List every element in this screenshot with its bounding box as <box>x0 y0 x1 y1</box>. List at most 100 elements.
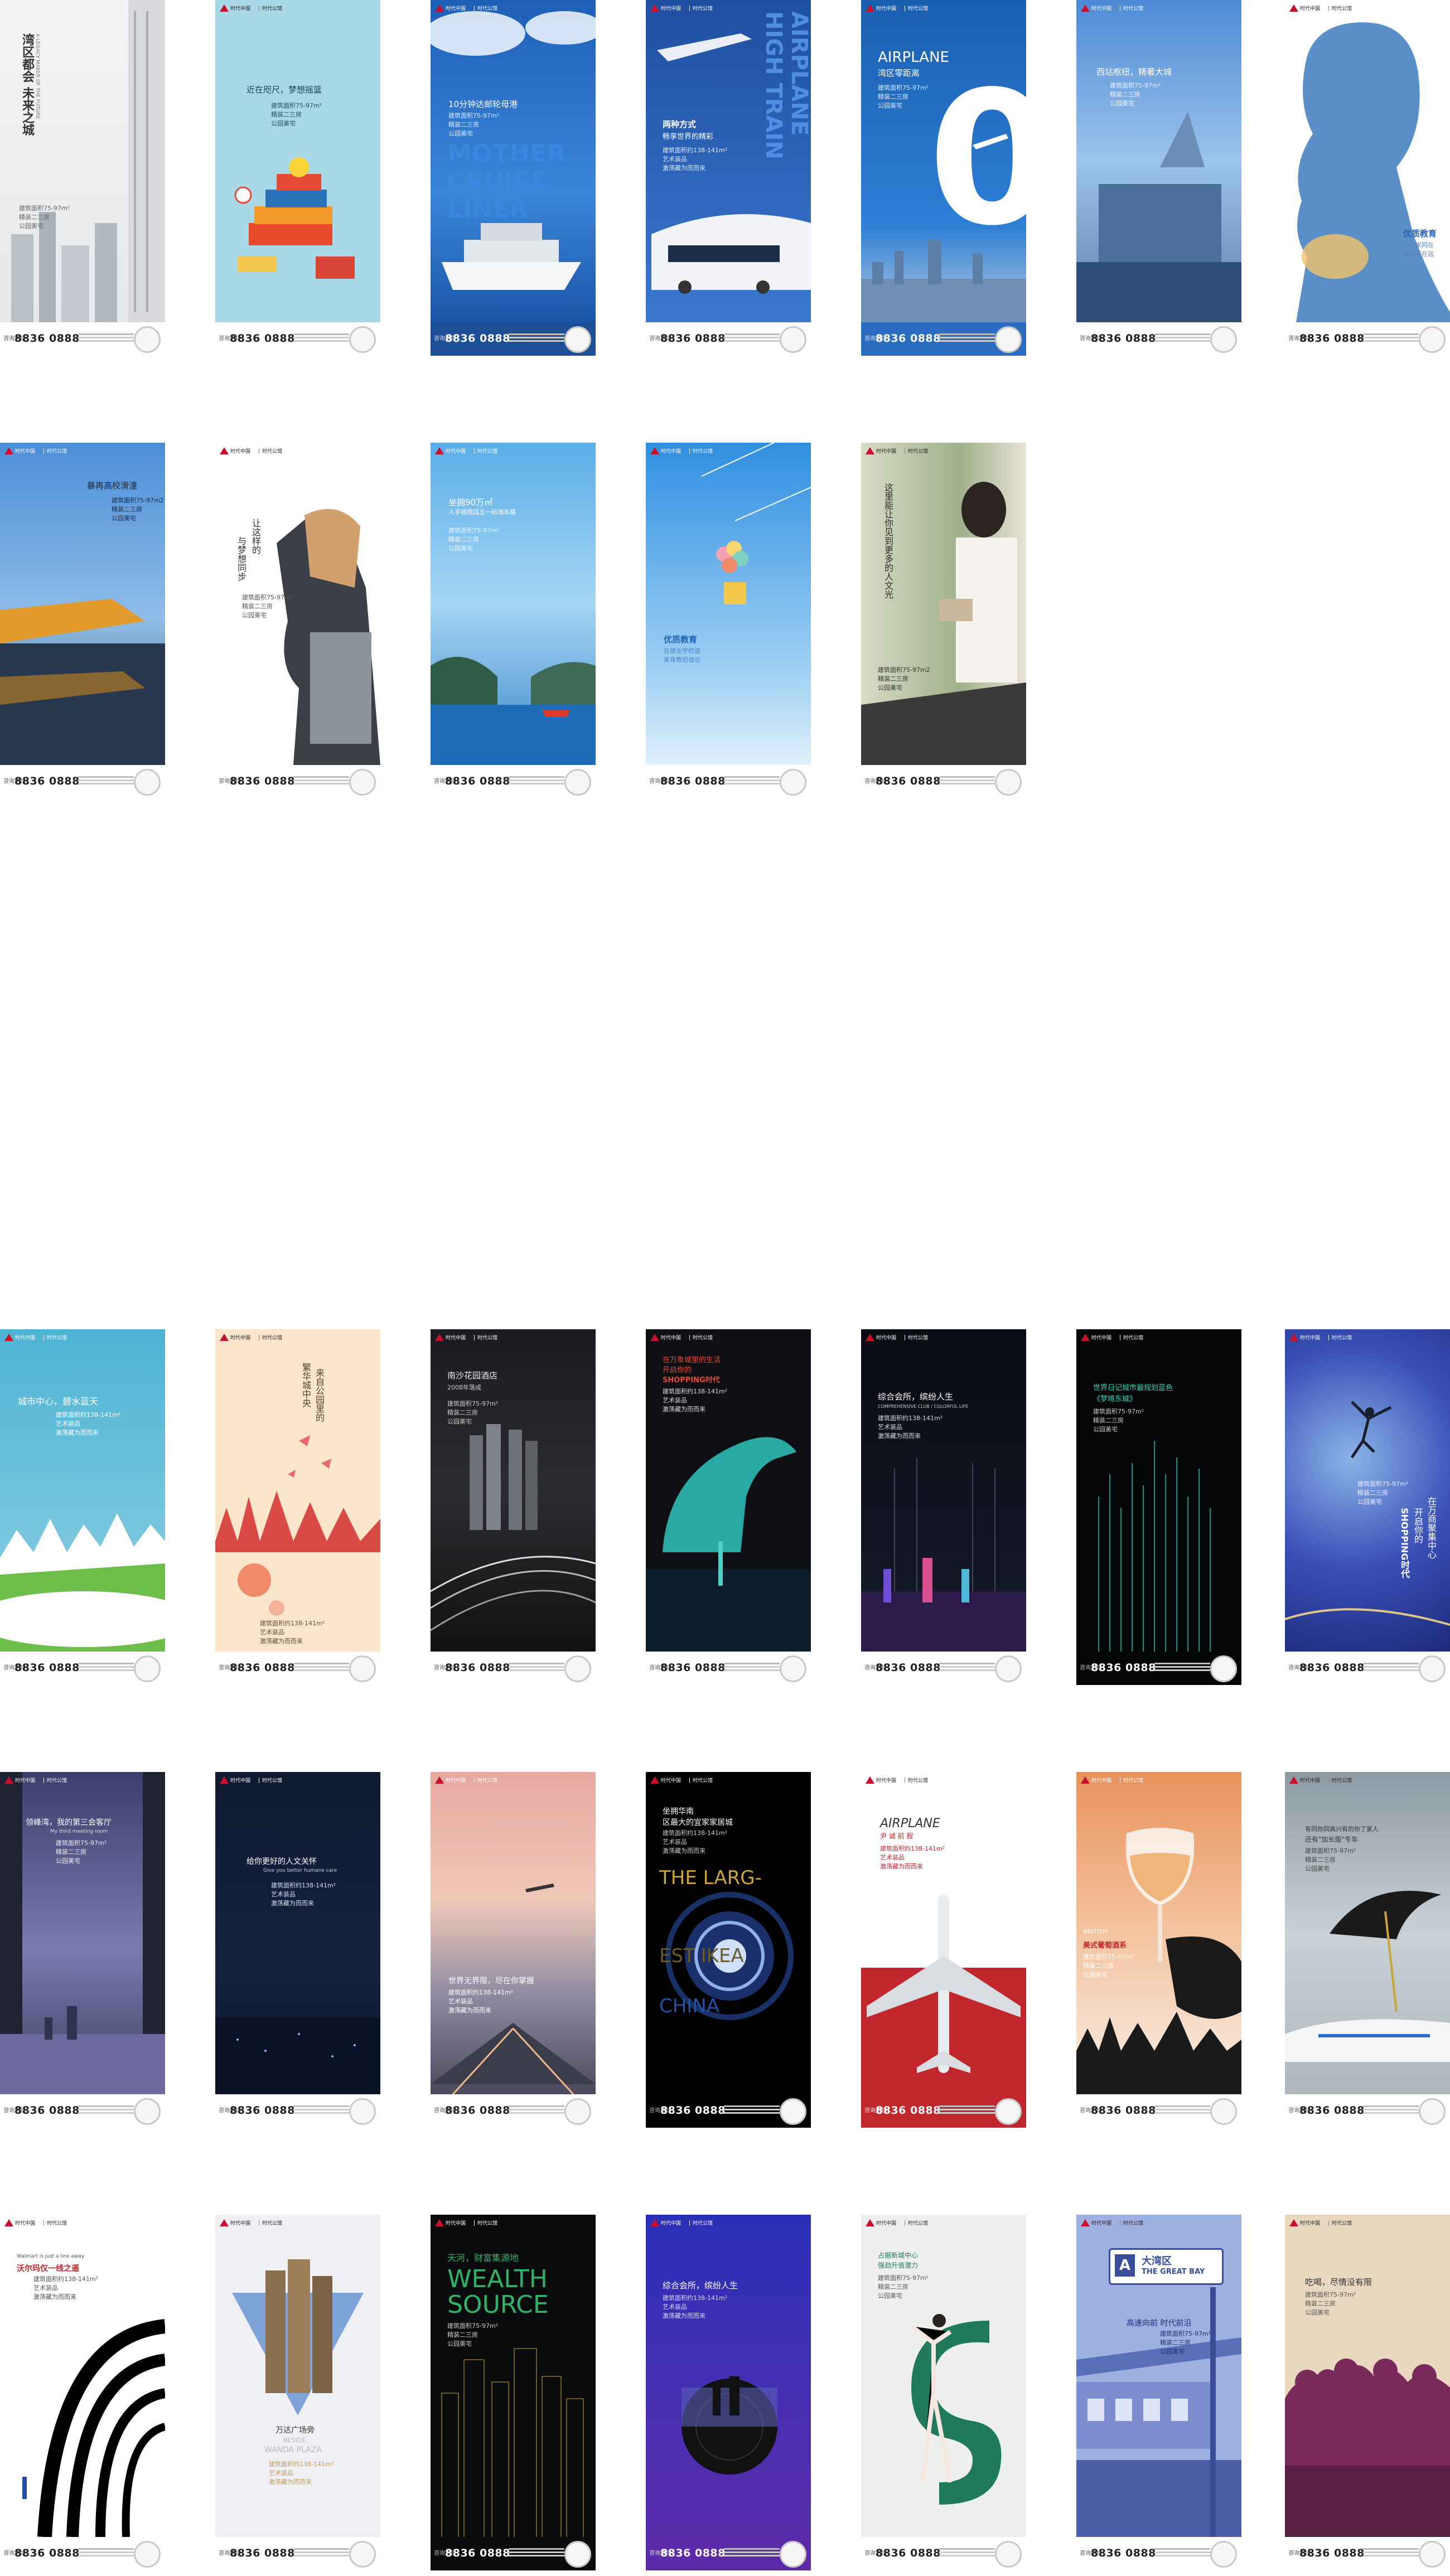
poster-footer: 咨询热线 8836 0888 <box>861 322 1026 356</box>
poster-headline: 这里能让你见到更多的人文光 <box>883 483 893 599</box>
phone-number[interactable]: 8836 0888 <box>445 1662 510 1674</box>
poster-21[interactable]: 时代中国 时代公馆 给你更好的人文关怀 Give you better human… <box>215 1772 380 2128</box>
poster-headline: 世界无界限，尽在你掌握 <box>448 1977 534 1986</box>
phone-number[interactable]: 8836 0888 <box>660 2104 726 2117</box>
big-zero: 0 <box>928 52 1026 266</box>
phone-number[interactable]: 8836 0888 <box>14 2104 80 2117</box>
phone-number[interactable]: 8836 0888 <box>1091 332 1156 345</box>
phone-number[interactable]: 8836 0888 <box>876 2104 941 2117</box>
phone-number[interactable]: 8836 0888 <box>1299 2547 1365 2559</box>
dining-silhouette-illustration <box>1285 2359 1450 2537</box>
paper-city-illustration <box>0 1513 165 1652</box>
poster-subtitle: SHOPPING时代 <box>663 1376 720 1384</box>
poster-9[interactable]: 时代中国 时代公馆 与梦想同步 让这样的 建筑面积75-97m² 精装二三房 公园美宅… <box>215 443 380 798</box>
poster-16[interactable]: 时代中国 时代公馆 在万象城里的生活 开启你的 SHOPPING时代 建筑面积约1… <box>646 1329 811 1685</box>
phone-number[interactable]: 8836 0888 <box>445 2104 510 2117</box>
poster-5[interactable]: 时代中国 时代公馆 AIRPLANE 湾区零距离 建筑面积75-97m² 精装二三房… <box>861 0 1026 356</box>
seal-icon <box>134 2098 161 2125</box>
poster-8[interactable]: 时代中国 时代公馆 暴再高校滑潼 建筑面积75-97m2 精装二三房 公园美宅 咨询热… <box>0 443 165 798</box>
big-word: THE LARG- <box>659 1867 762 1889</box>
phone-number[interactable]: 8836 0888 <box>230 1662 295 1674</box>
phone-number[interactable]: 8836 0888 <box>230 775 295 787</box>
seal-icon <box>995 2541 1022 2568</box>
seal-icon <box>1419 2541 1446 2568</box>
sky-train-illustration <box>431 1883 596 2094</box>
phone-number[interactable]: 8836 0888 <box>14 1662 80 1674</box>
poster-22[interactable]: 时代中国 时代公馆 世界无界限，尽在你掌握 建筑面积约138-141m² 艺术装品激… <box>431 1772 596 2128</box>
phone-number[interactable]: 8836 0888 <box>230 2547 295 2559</box>
poster-19[interactable]: 时代中国 时代公馆 在万商聚集中心 开启你的 SHOPPING时代 建筑面积75-… <box>1285 1329 1450 1685</box>
poster-33[interactable]: 时代中国 时代公馆 吃喝，尽情没有限 建筑面积75-97m² 精装二三房 公园美宅 咨… <box>1285 2215 1450 2570</box>
phone-number[interactable]: 8836 0888 <box>660 1662 726 1674</box>
poster-26[interactable]: 时代中国 时代公馆 有同你同高兴有的你了家人 还有"加长版"专车 建筑面积75-9… <box>1285 1772 1450 2128</box>
poster-subtitle: Give you better humane care <box>263 1868 337 1873</box>
phone-number[interactable]: 8836 0888 <box>230 332 295 345</box>
poster-32[interactable]: 时代中国 时代公馆 A 大湾区 THE GREAT BAY 高速向前 时代前沿 建… <box>1076 2215 1241 2570</box>
phone-number[interactable]: 8836 0888 <box>445 332 510 345</box>
poster-20[interactable]: 时代中国 时代公馆 领峰湾，我的第三会客厅 My third meeting ro… <box>0 1772 165 2128</box>
poster-details: 建筑面积75-97m² 精装二三房 公园美宅 <box>1110 82 1161 107</box>
poster-headline: 万达广场旁 <box>276 2426 315 2435</box>
poster-4[interactable]: 时代中国 时代公馆 AIRPLANE HIGH TRAIN 两种方式 畅享世界的精… <box>646 0 811 356</box>
phone-number[interactable]: 8836 0888 <box>14 332 80 345</box>
phone-number[interactable]: 8836 0888 <box>1299 1662 1365 1674</box>
poster-3[interactable]: 时代中国 时代公馆 10分钟达邮轮母港 建筑面积75-97m² 精装二三房 公园美宅 … <box>431 0 596 356</box>
poster-30[interactable]: 时代中国 时代公馆 综合会所，缤纷人生 建筑面积约138-141m² 艺术装品 激荡藏… <box>646 2215 811 2570</box>
seal-icon <box>134 326 161 353</box>
poster-23[interactable]: 时代中国 时代公馆 坐拥华南 区最大的宜家家居城 建筑面积约138-141m² 艺术… <box>646 1772 811 2128</box>
balloon-illustration <box>701 443 811 604</box>
phone-number[interactable]: 8836 0888 <box>1091 2104 1156 2117</box>
phone-number[interactable]: 8836 0888 <box>14 775 80 787</box>
phone-number[interactable]: 8836 0888 <box>1299 332 1365 345</box>
poster-29[interactable]: 时代中国 时代公馆 天河，财富集源地 WEALTH SOURCE 建筑面积75-9… <box>431 2215 596 2570</box>
poster-31[interactable]: 时代中国 时代公馆 占据新城中心 强劲升值潜力 建筑面积75-97m² 精装二三房公… <box>861 2215 1026 2570</box>
poster-11[interactable]: 时代中国 时代公馆 优质教育 在建全学校道 美育教观值也 咨询热线 8836 0888 <box>646 443 811 798</box>
phone-number[interactable]: 8836 0888 <box>445 775 510 787</box>
poster-27[interactable]: 时代中国 时代公馆 Walmart is just a line away 沃尔玛… <box>0 2215 165 2570</box>
phone-number[interactable]: 8836 0888 <box>14 2547 80 2559</box>
poster-28[interactable]: 时代中国 时代公馆 万达广场旁 BESIDE WANDA PLAZA 建筑面积约1… <box>215 2215 380 2570</box>
poster-1[interactable]: 湾区都会 未来之城 A LEGACY MAKER OF THE FUTURE 建… <box>0 0 165 356</box>
phone-number[interactable]: 8836 0888 <box>876 332 941 345</box>
night-city-illustration <box>215 2017 380 2094</box>
phone-number[interactable]: 8836 0888 <box>660 332 726 345</box>
station-sign: A 大湾区 THE GREAT BAY <box>1109 2248 1224 2285</box>
seal-icon <box>1210 2098 1237 2125</box>
phone-number[interactable]: 8836 0888 <box>230 2104 295 2117</box>
poster-18[interactable]: 时代中国 时代公馆 世界日记城市最规划蓝色 《梦境东城》 建筑面积75-97m² 精… <box>1076 1329 1241 1685</box>
poster-14[interactable]: 时代中国 时代公馆 繁华城中央 来自公园里的 建筑面积约138-141m² 艺术装品… <box>215 1329 380 1685</box>
poster-footer: 咨询热线 8836 0888 <box>861 1652 1026 1685</box>
phone-number[interactable]: 8836 0888 <box>876 1662 941 1674</box>
big-word: EST IKEA <box>659 1945 744 1967</box>
poster-10[interactable]: 时代中国 时代公馆 坐拥90万㎡ 人手插用园五一码海车路 建筑面积75-97m² 精… <box>431 443 596 798</box>
poster-25[interactable]: 时代中国 时代公馆 BRITISH 美式葡萄酒系 建筑面积75-97m² 精装二三房… <box>1076 1772 1241 2128</box>
phone-number[interactable]: 8836 0888 <box>876 2547 941 2559</box>
big-word: CHINA <box>659 1995 720 2017</box>
phone-number[interactable]: 8836 0888 <box>876 775 941 787</box>
phone-number[interactable]: 8836 0888 <box>1091 2547 1156 2559</box>
poster-13[interactable]: 时代中国 时代公馆 城市中心，碧水蓝天 建筑面积约138-141m² 艺术装品 激荡藏… <box>0 1329 165 1685</box>
brand-logo: 时代中国 时代公馆 <box>435 447 508 455</box>
fine-print <box>78 333 134 335</box>
poster-17[interactable]: 时代中国 时代公馆 综合会所，缤纷人生 COMPREHENSIVE CLUB / … <box>861 1329 1026 1685</box>
phone-number[interactable]: 8836 0888 <box>1091 1662 1156 1674</box>
poster-headline-2: 来自公园里的 <box>314 1368 325 1422</box>
poster-7[interactable]: 时代中国 时代公馆 优质教育 与众家同在 教坊不在远 咨询热线 8836 0888 <box>1285 0 1450 356</box>
poster-headline-2: 畅享世界的精彩 <box>663 133 714 141</box>
phone-number[interactable]: 8836 0888 <box>1299 2104 1365 2117</box>
poster-6[interactable]: 时代中国 时代公馆 西站枢纽，精著大城 建筑面积75-97m² 精装二三房 公园美宅 … <box>1076 0 1241 356</box>
sign-letter: A <box>1115 2254 1135 2277</box>
poster-headline: 两种方式 <box>663 119 697 129</box>
poster-24[interactable]: 时代中国 时代公馆 AIRPLANE 尹 诚 前 程 建筑面积约138-141m²… <box>861 1772 1026 2128</box>
poster-art <box>215 1329 380 1652</box>
phone-number[interactable]: 8836 0888 <box>660 2547 726 2559</box>
poster-12[interactable]: 时代中国 时代公馆 这里能让你见到更多的人文光 建筑面积75-97m2 精装二三房公… <box>861 443 1026 798</box>
poster-15[interactable]: 时代中国 时代公馆 南沙花园酒店 2008年落成 建筑面积75-97m² 精装二三房… <box>431 1329 596 1685</box>
poster-headline: 在万商聚集中心 <box>1426 1497 1437 1559</box>
poster-footer: 咨询热线 8836 0888 <box>1076 1652 1241 1685</box>
poster-2[interactable]: 时代中国 时代公馆 近在咫尺，梦想摇篮 建筑面积75-97m² 精装二三房 公园美宅 … <box>215 0 380 356</box>
phone-number[interactable]: 8836 0888 <box>660 775 726 787</box>
seal-icon <box>134 2541 161 2568</box>
poster-art <box>861 1329 1026 1652</box>
phone-number[interactable]: 8836 0888 <box>445 2547 510 2559</box>
